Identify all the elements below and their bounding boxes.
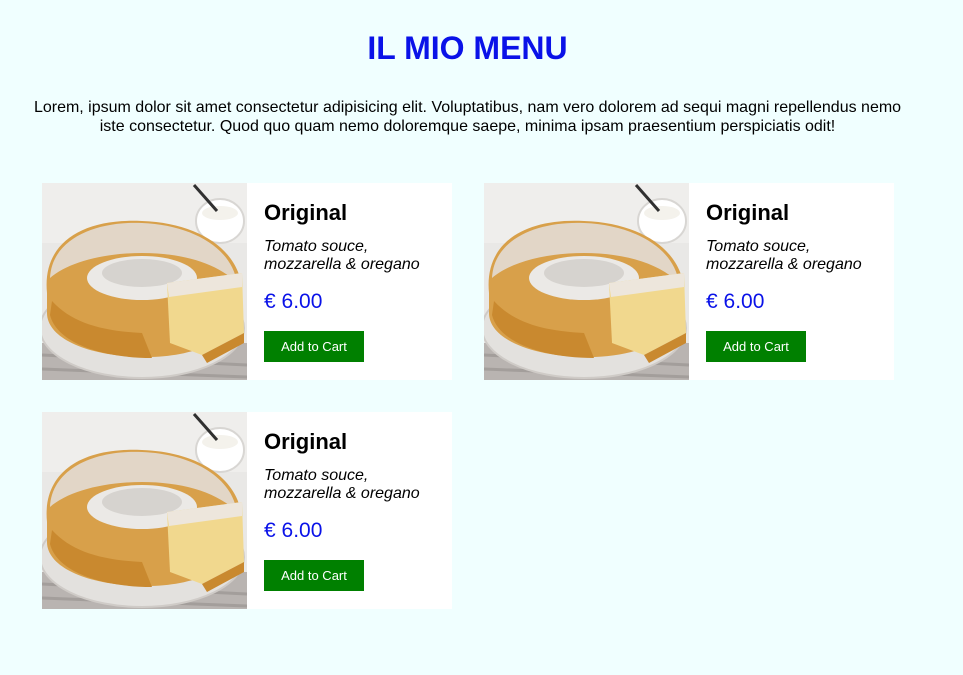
item-description: Tomato souce, mozzarella & oregano: [264, 238, 420, 273]
item-price: € 6.00: [264, 290, 323, 313]
add-to-cart-button[interactable]: Add to Cart: [706, 331, 806, 362]
menu-card: Original Tomato souce, mozzarella & oreg…: [42, 183, 452, 380]
item-description: Tomato souce, mozzarella & oregano: [706, 238, 862, 273]
menu-card: Original Tomato souce, mozzarella & oreg…: [42, 412, 452, 609]
page-title: IL MIO MENU: [367, 30, 568, 66]
card-info: Original Tomato souce, mozzarella & oreg…: [247, 183, 452, 380]
product-image: [484, 183, 689, 380]
item-name: Original: [706, 200, 790, 225]
card-info: Original Tomato souce, mozzarella & oreg…: [247, 412, 452, 609]
item-price: € 6.00: [264, 519, 323, 542]
add-to-cart-button[interactable]: Add to Cart: [264, 560, 364, 591]
item-price: € 6.00: [706, 290, 765, 313]
intro-text: Lorem, ipsum dolor sit amet consectetur …: [33, 99, 902, 135]
item-name: Original: [264, 200, 348, 225]
add-to-cart-button[interactable]: Add to Cart: [264, 331, 364, 362]
product-image: [42, 183, 247, 380]
card-info: Original Tomato souce, mozzarella & oreg…: [689, 183, 894, 380]
product-image: [42, 412, 247, 609]
item-description: Tomato souce, mozzarella & oregano: [264, 467, 420, 502]
item-name: Original: [264, 429, 348, 454]
menu-card: Original Tomato souce, mozzarella & oreg…: [484, 183, 894, 380]
